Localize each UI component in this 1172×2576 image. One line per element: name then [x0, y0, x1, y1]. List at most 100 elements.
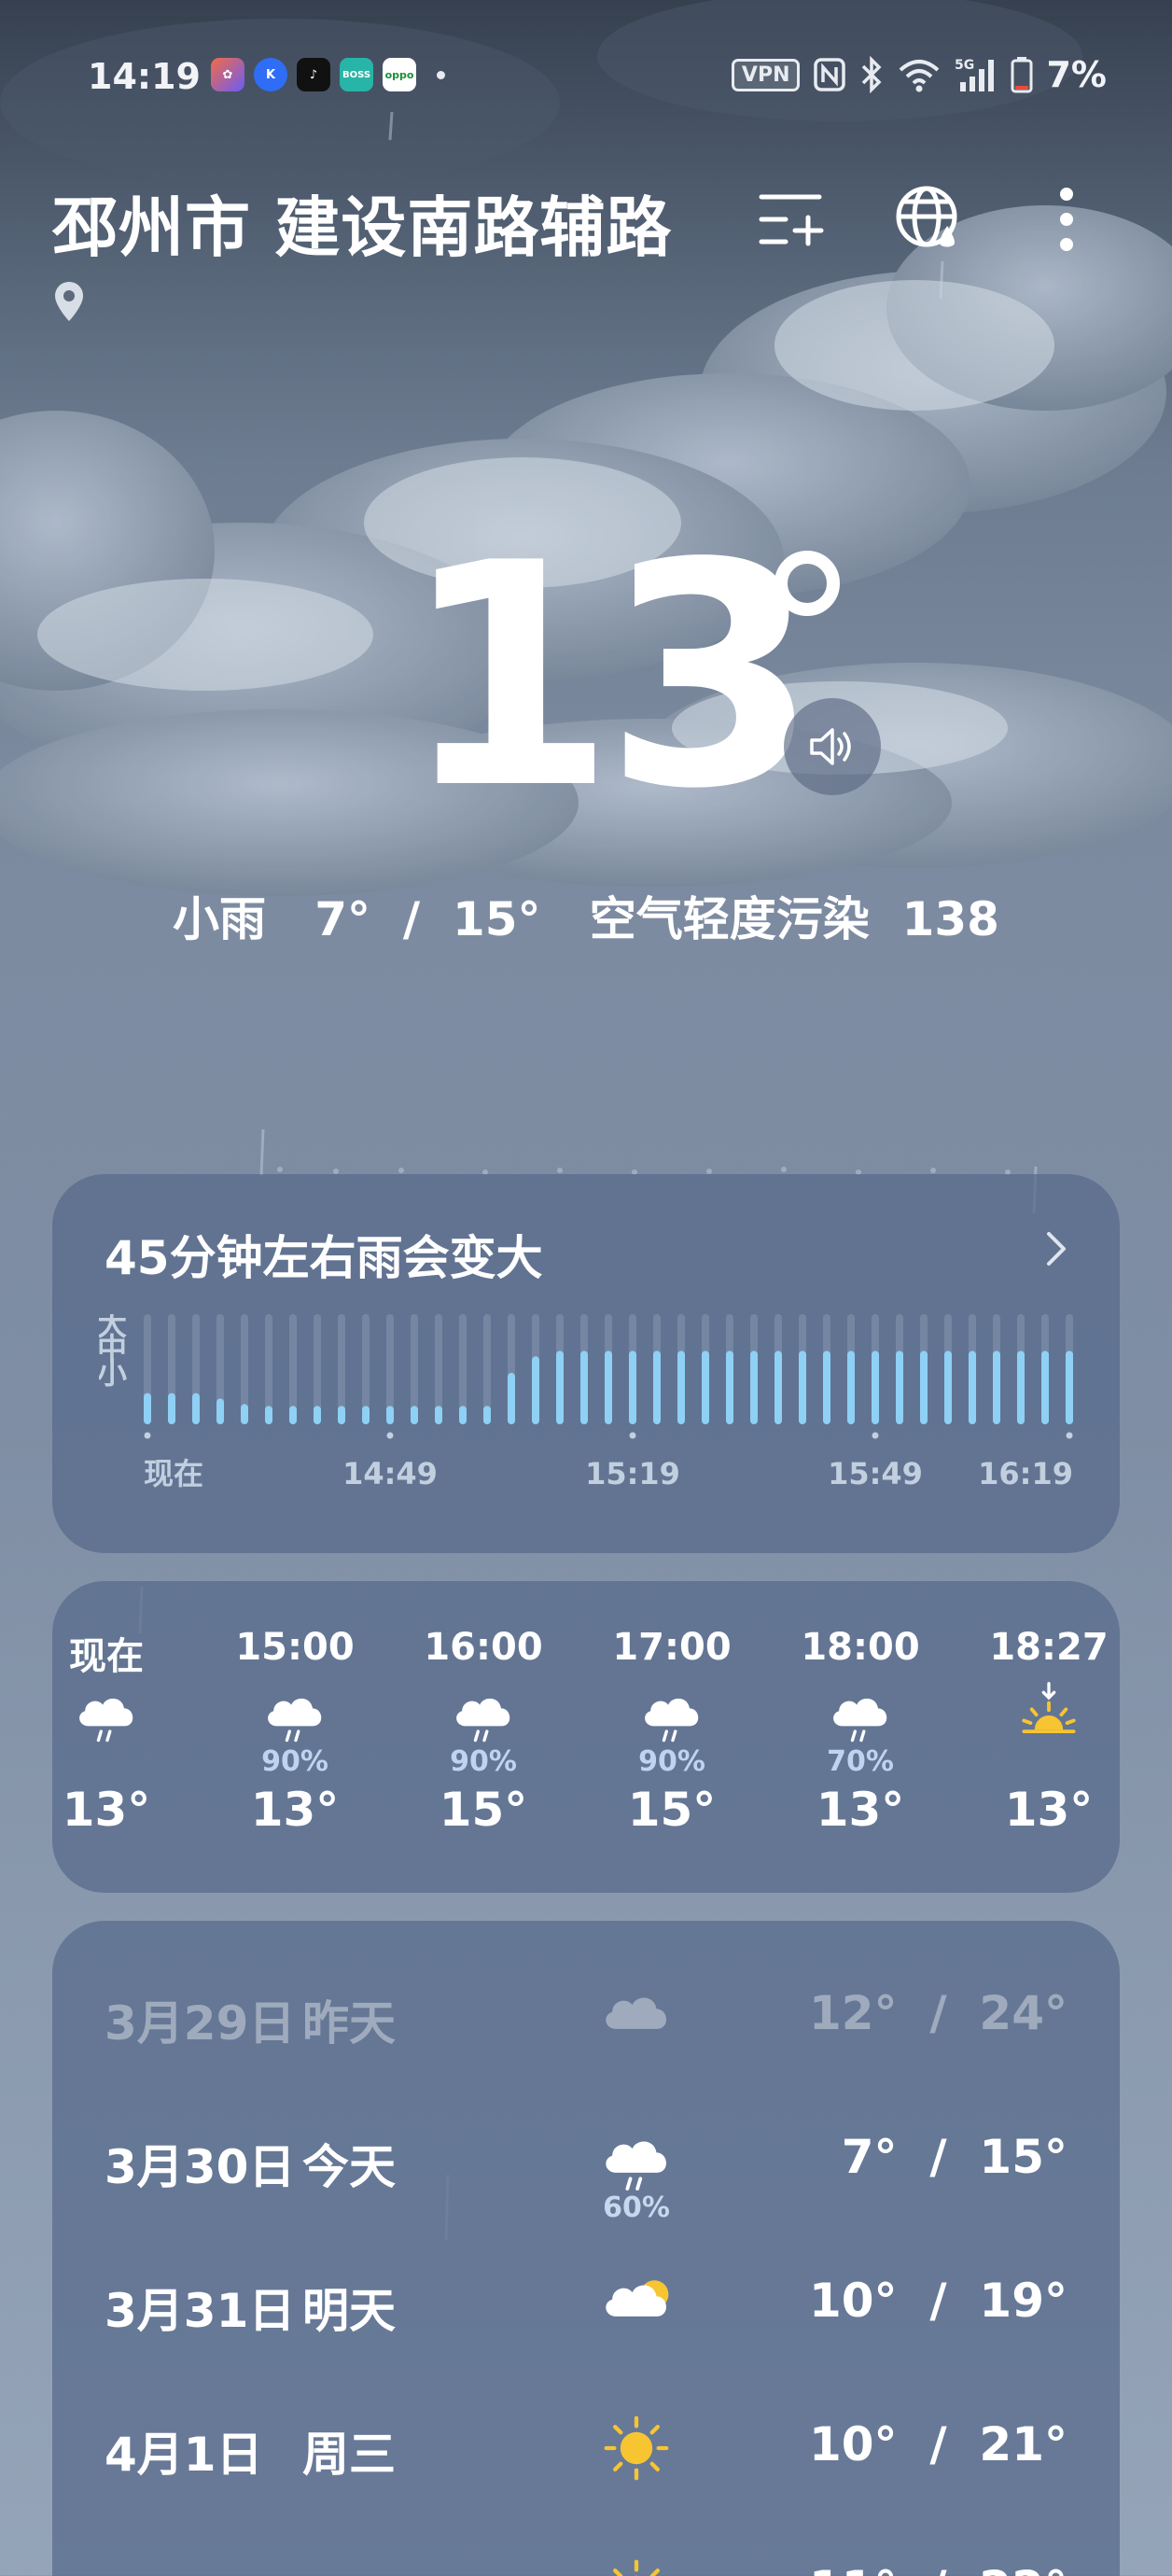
- weather-summary[interactable]: 小雨 7° / 15° 空气轻度污染 138: [0, 882, 1172, 949]
- more-vertical-icon: [1060, 188, 1073, 251]
- rain-cloud-icon: [645, 1698, 699, 1743]
- hourly-precip-probability: [52, 1745, 200, 1783]
- global-weather-button[interactable]: [892, 182, 967, 257]
- hourly-forecast-card[interactable]: 现在 13° 15:00 90% 13° 16:00 90% 15° 17:00 90% 15° 18…: [52, 1581, 1120, 1893]
- time-tick-dot: [629, 1432, 636, 1439]
- daily-row[interactable]: 3月30日 今天 60% 7° / 15°: [52, 2111, 1120, 2251]
- degree-symbol-icon: [774, 551, 840, 616]
- notification-app-icons: ✿ K ♪ BOSS oppo: [211, 58, 445, 91]
- voice-broadcast-button[interactable]: [784, 698, 881, 795]
- sunset-icon: [1022, 1682, 1076, 1733]
- daily-forecast-card[interactable]: 3月29日 昨天 12° / 24° 3月30日 今天 60% 7° / 15° 3月31日明…: [52, 1921, 1120, 2576]
- daily-row[interactable]: 3月31日 明天 10° / 19°: [52, 2255, 1120, 2395]
- daily-date: 4月2日: [105, 2561, 263, 2576]
- precipitation-bar: [168, 1393, 175, 1424]
- precipitation-bar: [411, 1406, 418, 1424]
- hourly-item[interactable]: 17:00 90% 15°: [579, 1626, 765, 1837]
- hourly-precip-probability: 90%: [638, 1745, 705, 1778]
- hourly-item[interactable]: 16:00 90% 15°: [390, 1626, 577, 1837]
- hourly-temperature: 13°: [62, 1783, 151, 1837]
- precipitation-bar: [750, 1351, 758, 1424]
- hourly-item[interactable]: 现在 13°: [52, 1626, 200, 1837]
- rain-cloud-icon: [79, 1698, 133, 1743]
- time-tick-dot: [872, 1432, 879, 1439]
- bluetooth-icon: [862, 56, 882, 93]
- status-time: 14:19: [88, 56, 201, 97]
- hourly-time: 15:00: [235, 1626, 355, 1669]
- precipitation-bar: [799, 1351, 806, 1424]
- time-axis-label: 15:49: [828, 1456, 923, 1491]
- hourly-icon: [202, 1680, 388, 1745]
- precipitation-bar: [241, 1404, 248, 1424]
- hourly-item[interactable]: 18:27 13°: [956, 1626, 1120, 1837]
- precipitation-bar: [653, 1351, 661, 1424]
- daily-date: 3月31日: [105, 2284, 296, 2338]
- time-axis-label: 15:19: [585, 1456, 680, 1491]
- precipitation-bar: [823, 1351, 830, 1424]
- precipitation-bar: [216, 1398, 224, 1424]
- precipitation-bar: [896, 1351, 903, 1424]
- status-bar: 14:19 ✿ K ♪ BOSS oppo VPN 5G 7%: [0, 0, 1172, 153]
- hourly-temperature: 13°: [816, 1783, 905, 1837]
- hourly-temperature: 15°: [439, 1783, 528, 1837]
- precipitation-chart: 大中小现在 14:49 15:19 15:49 16:19: [99, 1314, 1073, 1491]
- boss-app-icon: BOSS: [340, 58, 373, 91]
- tiktok-app-icon: ♪: [297, 58, 330, 91]
- precipitation-bar: [1017, 1351, 1025, 1424]
- list-add-icon: [759, 194, 824, 246]
- daily-icon: [590, 2408, 683, 2492]
- location-pin-icon: [55, 282, 83, 321]
- intensity-level-label: 小: [99, 1355, 127, 1391]
- city-list-button[interactable]: [754, 182, 829, 257]
- time-axis-label: 现在: [144, 1456, 203, 1491]
- daily-row[interactable]: 3月29日 昨天 12° / 24°: [52, 1967, 1120, 2107]
- daily-day-label: 今天: [302, 2140, 396, 2194]
- rain-cloud-icon: [456, 1698, 510, 1743]
- hourly-precip-probability: 90%: [450, 1745, 517, 1778]
- daily-icon: [590, 1977, 683, 2061]
- rain-cloud-icon: [606, 2141, 666, 2191]
- precipitation-bar: [362, 1406, 370, 1424]
- daily-day-label: 昨天: [302, 1996, 396, 2051]
- hourly-icon: [767, 1680, 954, 1745]
- daily-row[interactable]: 4月1日 周三 10° / 21°: [52, 2399, 1120, 2539]
- photos-app-icon: ✿: [211, 58, 244, 91]
- cloud-icon: [606, 1997, 666, 2029]
- precipitation-bar: [144, 1393, 151, 1424]
- more-menu-button[interactable]: [1029, 182, 1104, 257]
- hourly-time: 18:00: [801, 1626, 920, 1669]
- hourly-temperature: 15°: [627, 1783, 717, 1837]
- location-title[interactable]: 邳州市 建设南路辅路: [52, 175, 672, 270]
- chevron-right-icon[interactable]: [1038, 1230, 1075, 1267]
- sun-icon: [604, 2415, 669, 2481]
- time-tick-dot: [386, 1432, 394, 1439]
- battery-percent: 7%: [1046, 54, 1107, 95]
- precipitation-bar: [289, 1406, 297, 1424]
- vpn-badge: VPN: [731, 58, 801, 91]
- speaker-icon: [810, 728, 851, 765]
- hourly-item[interactable]: 18:00 70% 13°: [767, 1626, 954, 1837]
- precipitation-bar: [847, 1351, 855, 1424]
- rain-cloud-icon: [833, 1698, 887, 1743]
- hourly-precip-probability: 70%: [827, 1745, 894, 1778]
- hourly-item[interactable]: 15:00 90% 13°: [202, 1626, 388, 1837]
- precipitation-card[interactable]: 45分钟左右雨会变大 大中小现在 14:49 15:19 15:49 16:19: [52, 1174, 1120, 1553]
- precipitation-bar: [483, 1406, 491, 1424]
- precipitation-bar: [605, 1351, 612, 1424]
- daily-temperature-range: 10° / 21°: [808, 2417, 1067, 2471]
- daily-row[interactable]: 4月2日 周四 11° / 22°: [52, 2542, 1120, 2576]
- precipitation-bar: [192, 1393, 200, 1424]
- battery-icon: [1011, 57, 1033, 93]
- daily-icon: [590, 2264, 683, 2348]
- hourly-time: 现在: [69, 1635, 144, 1678]
- precipitation-bar: [556, 1351, 564, 1424]
- precipitation-bar: [1041, 1351, 1049, 1424]
- daily-date: 3月29日: [105, 1996, 296, 2051]
- hourly-icon: [579, 1680, 765, 1745]
- nfc-icon: [814, 58, 846, 91]
- daily-date: 4月1日: [105, 2428, 263, 2482]
- daily-day-label: 周四: [302, 2561, 396, 2576]
- precipitation-bar: [629, 1351, 636, 1424]
- hourly-icon: [956, 1680, 1120, 1745]
- precipitation-bar: [580, 1351, 588, 1424]
